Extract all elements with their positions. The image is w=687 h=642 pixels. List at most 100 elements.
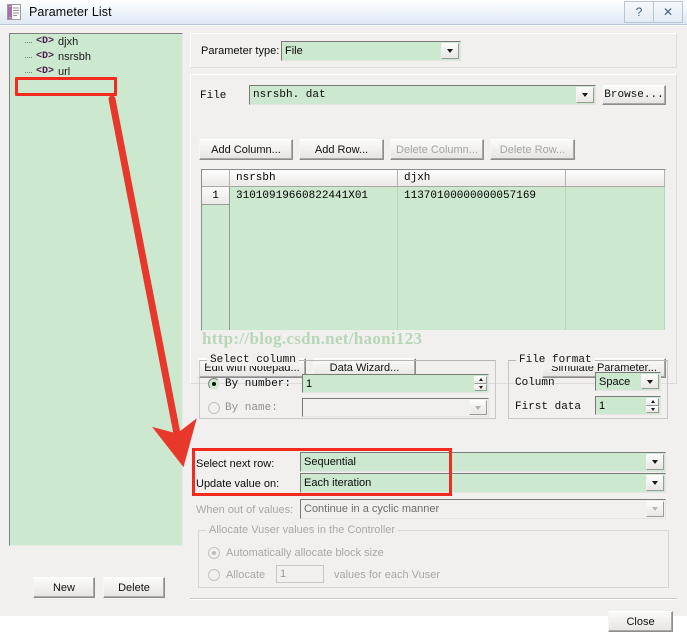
when-out-of-values-value: Continue in a cyclic manner [304,503,440,515]
tree-item-djxh[interactable]: ···· <D> djxh [10,34,182,49]
parameter-type-label: Parameter type: [201,45,280,57]
by-number-spinner[interactable]: 1 [302,374,489,393]
update-value-on-combo[interactable]: Each iteration [300,473,666,493]
update-value-on-value: Each iteration [304,477,372,489]
spinner-buttons[interactable] [474,376,487,391]
by-name-combo [302,398,489,417]
when-out-of-values-label: When out of values: [196,504,294,516]
grid-empty-row [202,205,665,223]
allocate-label: Allocate [226,569,266,581]
browse-button[interactable]: Browse... [602,85,666,105]
chevron-down-icon [646,501,664,517]
when-out-of-values-combo: Continue in a cyclic manner [300,499,666,519]
file-format-legend: File format [516,354,595,366]
tree-item-nsrsbh[interactable]: ···· <D> nsrsbh [10,49,182,64]
first-data-label: First data [515,401,582,413]
spinner-down-icon[interactable] [474,383,487,391]
window-title: Parameter List [29,5,112,19]
parameter-tree[interactable]: ···· <D> djxh ···· <D> nsrsbh ···· <D> u… [9,33,183,546]
tree-item-label: url [58,65,71,78]
grid-corner-cell [202,170,230,186]
chevron-down-icon[interactable] [641,374,659,389]
parameter-icon: <D> [36,66,55,77]
grid-empty-row [202,277,665,295]
grid-column-header-djxh[interactable]: djxh [398,170,566,186]
file-value: nsrsbh. dat [253,89,326,101]
allocate-suffix-label: values for each Vuser [334,569,440,581]
tree-line-icon: ···· [24,66,33,77]
window-titlebar: Parameter List ? ✕ [0,0,687,25]
parameter-type-combo[interactable]: File [281,41,461,61]
chevron-down-icon [469,400,487,415]
selected-parameter-highlight [15,77,117,96]
file-label: File [200,90,227,102]
first-data-value: 1 [599,399,606,412]
delete-row-button: Delete Row... [490,139,575,160]
grid-header-row: nsrsbh djxh [202,170,665,187]
add-row-button[interactable]: Add Row... [299,139,384,160]
tree-line-icon: ···· [24,51,33,62]
footer-divider [190,598,677,600]
chevron-down-icon[interactable] [441,43,459,59]
allocate-value: 1 [280,568,287,580]
allocate-value-field: 1 [276,565,324,583]
parameter-data-grid[interactable]: nsrsbh djxh 1 31010919660822441X01 11370… [201,169,666,331]
by-number-radio[interactable] [208,378,220,390]
grid-empty-row [202,313,665,330]
parameter-type-panel: Parameter type: File [190,33,677,68]
parameter-type-value: File [285,45,303,57]
select-next-row-value: Sequential [304,456,356,468]
chevron-down-icon[interactable] [646,475,664,491]
grid-empty-row [202,223,665,241]
help-icon[interactable]: ? [624,1,654,23]
by-name-label: By name: [225,402,278,414]
table-row[interactable]: 1 31010919660822441X01 11370100000000057… [202,187,665,205]
spinner-up-icon[interactable] [646,398,659,406]
grid-empty-row [202,295,665,313]
column-label: Column [515,377,555,389]
select-column-legend: Select column [207,354,299,366]
cell-nsrsbh[interactable]: 31010919660822441X01 [230,187,398,205]
select-next-row-combo[interactable]: Sequential [300,452,666,472]
cell-empty[interactable] [566,187,665,205]
grid-empty-row [202,241,665,259]
allocate-panel: Allocate Vuser values in the Controller … [190,524,677,594]
close-icon[interactable]: ✕ [654,1,683,23]
tree-item-label: djxh [58,35,79,48]
parameter-icon: <D> [36,51,55,62]
column-combo[interactable]: Space [595,372,661,391]
delete-button[interactable]: Delete [103,577,165,598]
spinner-down-icon[interactable] [646,405,659,413]
by-number-value: 1 [306,377,313,390]
column-value: Space [599,375,631,388]
add-column-button[interactable]: Add Column... [199,139,293,160]
by-number-label: By number: [225,378,292,390]
chevron-down-icon[interactable] [576,87,594,103]
file-combo[interactable]: nsrsbh. dat [249,85,596,105]
auto-allocate-label: Automatically allocate block size [226,547,384,559]
document-list-icon [7,4,21,20]
grid-column-header-nsrsbh[interactable]: nsrsbh [230,170,398,186]
by-name-radio[interactable] [208,402,220,414]
allocate-legend: Allocate Vuser values in the Controller [206,524,399,536]
select-next-row-label: Select next row: [196,458,275,470]
spinner-up-icon[interactable] [474,376,487,384]
parameter-icon: <D> [36,36,55,47]
cell-djxh[interactable]: 11370100000000057169 [398,187,566,205]
manual-allocate-radio [208,569,220,581]
close-button[interactable]: Close [608,611,673,632]
tree-line-icon: ···· [24,36,33,47]
update-value-on-label: Update value on: [196,478,280,490]
tree-item-label: nsrsbh [58,50,92,63]
auto-allocate-radio [208,547,220,559]
first-data-spinner[interactable]: 1 [595,396,661,415]
new-button[interactable]: New [33,577,95,598]
window-controls: ? ✕ [624,1,683,23]
grid-column-header-empty [566,170,665,186]
grid-empty-row [202,259,665,277]
spinner-buttons[interactable] [646,398,659,413]
dialog-body: ···· <D> djxh ···· <D> nsrsbh ···· <D> u… [0,25,687,632]
delete-column-button: Delete Column... [390,139,484,160]
chevron-down-icon[interactable] [646,454,664,470]
row-number[interactable]: 1 [202,187,230,205]
